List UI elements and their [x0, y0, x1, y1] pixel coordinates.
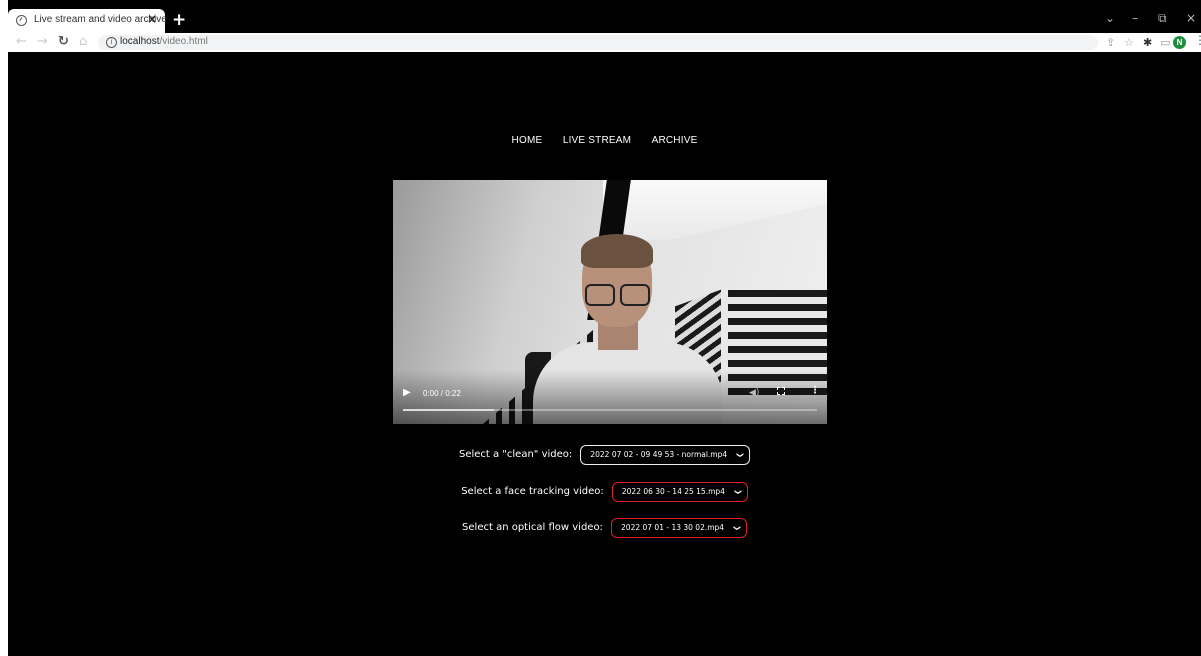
clean-video-value: 2022 07 02 - 09 49 53 - normal.mp4 — [590, 449, 728, 459]
clean-video-select[interactable]: 2022 07 02 - 09 49 53 - normal.mp4 ❯ — [580, 444, 751, 465]
avatar[interactable]: N — [1173, 36, 1186, 49]
nav-home[interactable]: HOME — [512, 135, 543, 146]
face-tracking-row: Select a face tracking video: 2022 06 30… — [8, 481, 1201, 502]
fullscreen-icon[interactable] — [777, 387, 785, 395]
video-player[interactable]: ▶ 0:00 / 0:22 ◀) ⋮ — [393, 180, 827, 424]
close-icon[interactable]: × — [147, 12, 157, 26]
optical-flow-select[interactable]: 2022 07 01 - 13 30 02.mp4 ❯ — [611, 517, 747, 538]
sidebar-icon[interactable]: ▭ — [1160, 36, 1170, 49]
url-path: /video.html — [159, 36, 208, 47]
extensions-icon[interactable]: ✱ — [1143, 36, 1152, 49]
page-content: HOME LIVE STREAM ARCHIVE ▶ 0:00 / 0:22 ◀… — [8, 52, 1201, 656]
back-icon[interactable]: ← — [16, 35, 27, 49]
url-text: localhost/video.html — [120, 36, 208, 47]
share-icon[interactable]: ⇪ — [1106, 36, 1115, 49]
close-window-icon[interactable]: × — [1186, 11, 1196, 25]
optical-flow-row: Select an optical flow video: 2022 07 01… — [8, 517, 1201, 538]
video-seek-progress — [403, 409, 495, 411]
browser-toolbar: ← → ↻ ⌂ i localhost/video.html ⇪ ☆ ✱ ▭ N… — [8, 33, 1201, 52]
forward-icon[interactable]: → — [37, 35, 48, 49]
video-seek-bar[interactable] — [403, 409, 817, 411]
address-bar[interactable]: i localhost/video.html — [98, 35, 1098, 50]
volume-icon[interactable]: ◀) — [749, 388, 759, 398]
face-tracking-select[interactable]: 2022 06 30 - 14 25 15.mp4 ❯ — [611, 481, 748, 502]
star-icon[interactable]: ☆ — [1124, 36, 1134, 49]
home-icon[interactable]: ⌂ — [79, 35, 87, 49]
face-tracking-label: Select a face tracking video: — [461, 486, 604, 497]
video-frame-glasses — [620, 284, 650, 306]
minimize-icon[interactable]: – — [1132, 11, 1138, 25]
more-options-icon[interactable]: ⋮ — [810, 385, 820, 396]
chevron-down-icon: ❯ — [736, 451, 745, 458]
reload-icon[interactable]: ↻ — [58, 35, 69, 49]
video-frame-hair — [581, 234, 653, 268]
tab-search-icon[interactable]: ⌄ — [1105, 11, 1115, 25]
optical-flow-value: 2022 07 01 - 13 30 02.mp4 — [621, 522, 725, 532]
nav-live-stream[interactable]: LIVE STREAM — [563, 135, 631, 146]
globe-icon — [16, 15, 27, 26]
chevron-down-icon: ❯ — [733, 524, 742, 531]
restore-icon[interactable]: ⧉ — [1158, 11, 1167, 26]
nav-archive[interactable]: ARCHIVE — [652, 135, 698, 146]
info-icon[interactable]: i — [106, 37, 117, 48]
main-nav: HOME LIVE STREAM ARCHIVE — [8, 130, 1201, 148]
play-icon[interactable]: ▶ — [403, 387, 411, 398]
browser-tab[interactable]: Live stream and video archive × — [8, 9, 167, 33]
left-edge — [0, 0, 8, 656]
url-host: localhost — [120, 36, 160, 47]
face-tracking-value: 2022 06 30 - 14 25 15.mp4 — [621, 486, 725, 496]
video-frame-glasses — [585, 284, 615, 306]
video-time: 0:00 / 0:22 — [423, 389, 461, 398]
clean-video-row: Select a "clean" video: 2022 07 02 - 09 … — [8, 444, 1201, 465]
clean-video-label: Select a "clean" video: — [458, 449, 573, 460]
menu-icon[interactable]: ⋮ — [1194, 33, 1201, 47]
tab-strip: Live stream and video archive × + ⌄ – ⧉ … — [8, 9, 1201, 33]
new-tab-button[interactable]: + — [172, 10, 186, 30]
chevron-down-icon: ❯ — [733, 488, 742, 495]
optical-flow-label: Select an optical flow video: — [462, 522, 603, 533]
